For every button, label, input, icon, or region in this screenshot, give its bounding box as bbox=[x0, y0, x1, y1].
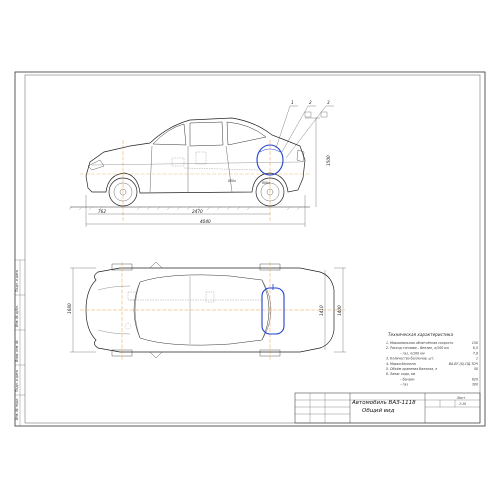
car-body-side bbox=[85, 117, 306, 194]
spec-line-text: – бензин bbox=[400, 377, 414, 381]
hood-line-lower bbox=[97, 329, 131, 335]
rear-track-dim: 1410 bbox=[319, 305, 324, 316]
strip-label-3: Взам. инв. № bbox=[15, 340, 19, 362]
spec-line-text: 2. Расход топлива – бензин, л/100 км bbox=[386, 346, 449, 350]
spec-line-value: 300 bbox=[472, 383, 478, 387]
spec-line-value: 50 bbox=[474, 367, 478, 371]
spec-line-text: 6. Запас хода, км bbox=[386, 372, 416, 376]
spec-line-text: 3. Количество баллонов, шт. bbox=[386, 357, 434, 361]
rear-detail-dim: 800x bbox=[262, 181, 270, 185]
spec-line-text: – газ, л/100 км bbox=[400, 351, 425, 355]
mirror-left bbox=[149, 261, 163, 269]
title-line-1: Автомобиль ВАЗ-1118 bbox=[351, 400, 416, 406]
leader-label-2: 2 bbox=[309, 100, 312, 105]
height-dim: 1500 bbox=[326, 155, 331, 166]
spec-line-text: 5. Объём хранения баллона, л bbox=[386, 367, 437, 371]
strip-label-4: Инв. № дубл. bbox=[15, 305, 19, 327]
equipment-box-top-2 bbox=[205, 291, 215, 303]
wheelbase-dim: 2470 bbox=[192, 209, 203, 214]
equipment-box-1 bbox=[171, 157, 185, 167]
spec-line-value: 6,5 bbox=[473, 346, 478, 350]
spec-line-text: 4. Марка баллона bbox=[386, 362, 416, 366]
callout-box-2 bbox=[320, 111, 328, 118]
leader-2 bbox=[281, 105, 309, 153]
side-strip: Инв. № подл. Подп. и дата Взам. инв. № И… bbox=[15, 259, 25, 426]
strip-label-2: Подп. и дата bbox=[15, 370, 19, 392]
spec-line-value: 7,8 bbox=[473, 351, 478, 355]
title-block: Автомобиль ВАЗ-1118 Общий вид Лист 1:10 bbox=[294, 392, 481, 424]
equipment-box-2 bbox=[195, 151, 207, 165]
title-line-2: Общий вид bbox=[362, 408, 395, 414]
mirror-right bbox=[149, 351, 163, 359]
specs-lines: 1. Максимальная облегчённая скорость 1502… bbox=[386, 341, 479, 387]
width-dim: 1680 bbox=[67, 303, 72, 314]
overall-length-dim: 4040 bbox=[200, 219, 211, 224]
door-line-3 bbox=[225, 145, 233, 193]
top-view: 1680 1410 1400 bbox=[67, 261, 346, 360]
scale-value: 1:10 bbox=[459, 402, 466, 406]
spec-line-value: 150 bbox=[472, 341, 478, 345]
gas-line-side bbox=[183, 167, 259, 171]
door-line-1 bbox=[149, 145, 153, 193]
window-front bbox=[152, 123, 187, 146]
mid-detail-dim: 800x bbox=[228, 179, 236, 183]
front-track-dim: 1400 bbox=[337, 305, 342, 316]
spec-line-text: 1. Максимальная облегчённая скорость bbox=[386, 341, 453, 345]
strip-label-1: Инв. № подл. bbox=[15, 398, 19, 420]
spec-line-value: 1 bbox=[476, 357, 478, 361]
leader-label-3: 3 bbox=[327, 100, 330, 105]
side-view: 1 2 3 1500 762 2470 4040 800x 800x bbox=[68, 100, 334, 227]
hood-line-upper bbox=[97, 285, 131, 291]
gas-cylinder-top bbox=[261, 287, 285, 335]
front-overhang-dim: 762 bbox=[98, 209, 106, 214]
leader-label-1: 1 bbox=[291, 100, 294, 105]
window-middle bbox=[189, 121, 224, 147]
specs-block: Техническая характеристика 1. Максимальн… bbox=[386, 332, 479, 387]
spec-line-text: – газ bbox=[400, 383, 408, 387]
spec-line-value: ВА-ВГ-(Х)-ПД-ТОЧ bbox=[449, 362, 479, 366]
window-rear bbox=[226, 121, 267, 146]
spec-line-value: 620 bbox=[472, 377, 478, 381]
strip-label-5: Подп. и дата bbox=[15, 270, 19, 292]
drawing-sheet: Инв. № подл. Подп. и дата Взам. инв. № И… bbox=[14, 71, 486, 427]
callout-box-1 bbox=[304, 111, 312, 118]
specs-title: Техническая характеристика bbox=[388, 332, 454, 337]
taillight bbox=[296, 149, 305, 163]
sheet-label: Лист bbox=[456, 396, 465, 400]
leader-3 bbox=[285, 105, 327, 159]
equipment-circle-top bbox=[124, 322, 132, 330]
